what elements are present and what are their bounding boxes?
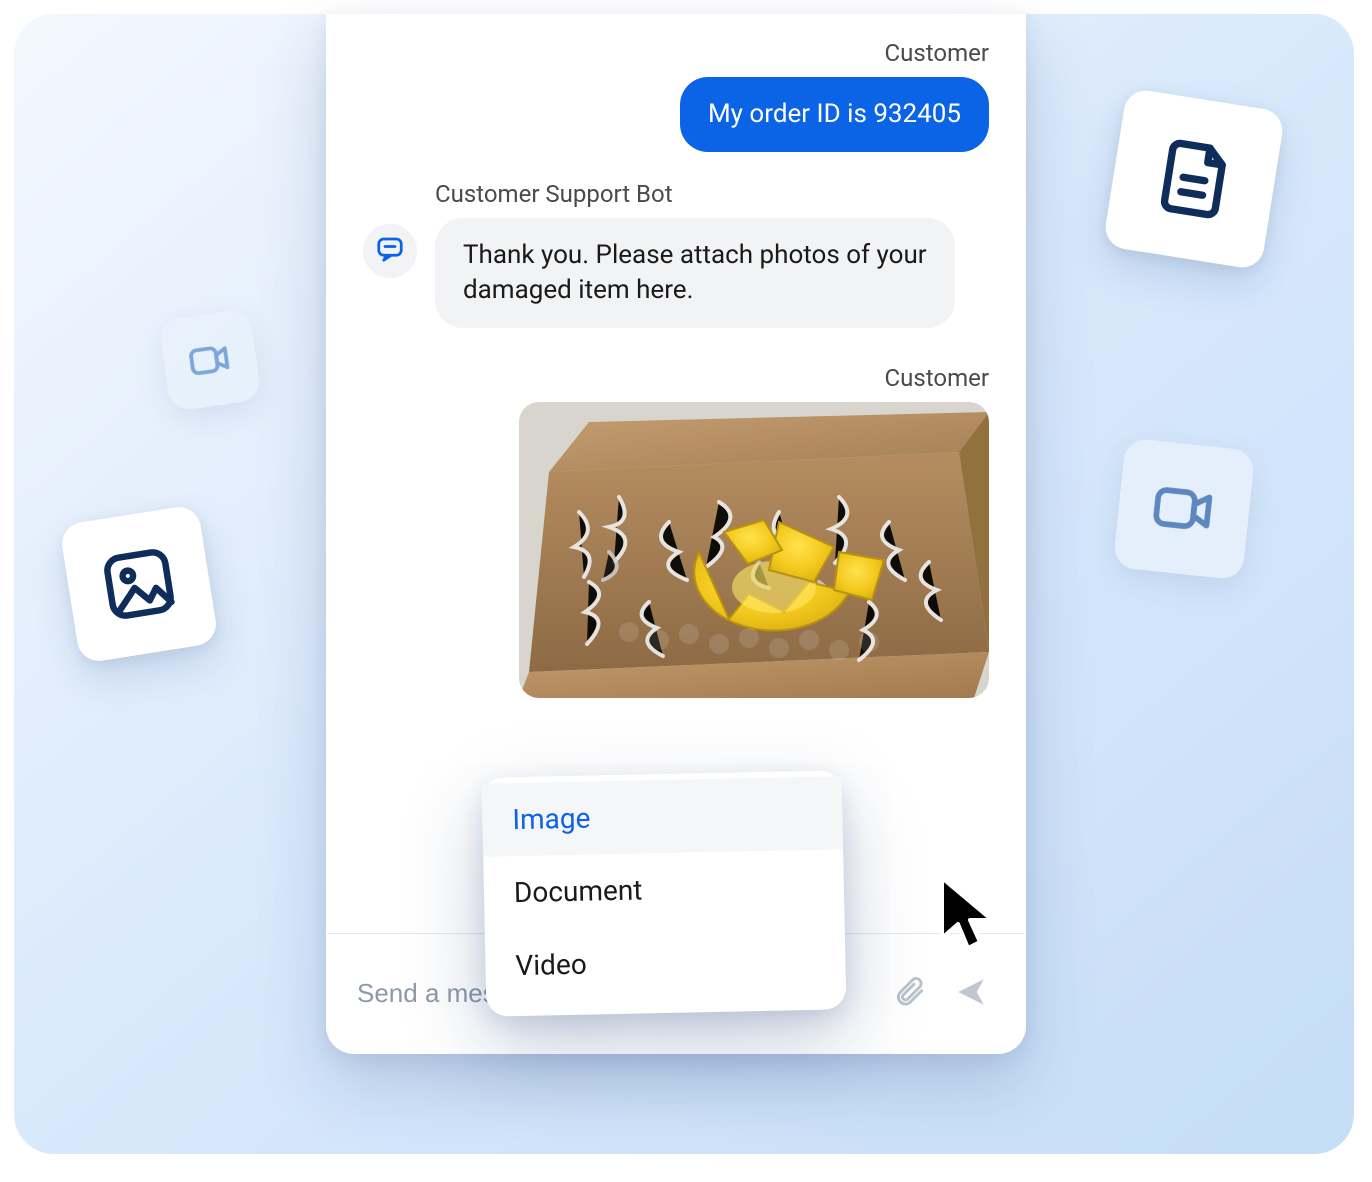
- send-button[interactable]: [947, 970, 995, 1018]
- bot-avatar: [363, 224, 417, 278]
- document-icon-card: [1102, 87, 1285, 270]
- attach-menu-item-video[interactable]: Video: [485, 922, 846, 1003]
- message-bot-1: Customer Support Bot Thank you. Please a…: [363, 180, 989, 328]
- attach-menu-item-document[interactable]: Document: [483, 849, 844, 930]
- sender-label: Customer: [885, 39, 989, 67]
- send-icon: [954, 975, 988, 1012]
- attachment-image[interactable]: [519, 402, 989, 698]
- image-icon-card: [59, 504, 219, 664]
- sender-label: Customer Support Bot: [435, 180, 673, 208]
- attach-menu-item-image[interactable]: Image: [482, 776, 843, 857]
- document-icon: [1144, 129, 1245, 230]
- attach-button[interactable]: [885, 970, 933, 1018]
- message-bubble: Thank you. Please attach photos of your …: [435, 218, 955, 328]
- video-icon-card-small: [158, 308, 262, 412]
- message-customer-2: Customer: [363, 364, 989, 698]
- video-icon-card-large: [1113, 438, 1256, 581]
- paperclip-icon: [892, 975, 926, 1012]
- chat-bubble-icon: [375, 234, 405, 268]
- chat-body: Customer My order ID is 932405: [327, 15, 1025, 865]
- image-icon: [94, 539, 183, 628]
- promo-stage: Customer My order ID is 932405: [14, 14, 1354, 1154]
- video-icon: [1147, 472, 1222, 547]
- message-bubble: My order ID is 932405: [680, 77, 989, 152]
- message-customer-1: Customer My order ID is 932405: [363, 39, 989, 152]
- video-icon: [184, 334, 236, 386]
- sender-label: Customer: [885, 364, 989, 392]
- attach-menu: Image Document Video: [482, 770, 847, 1016]
